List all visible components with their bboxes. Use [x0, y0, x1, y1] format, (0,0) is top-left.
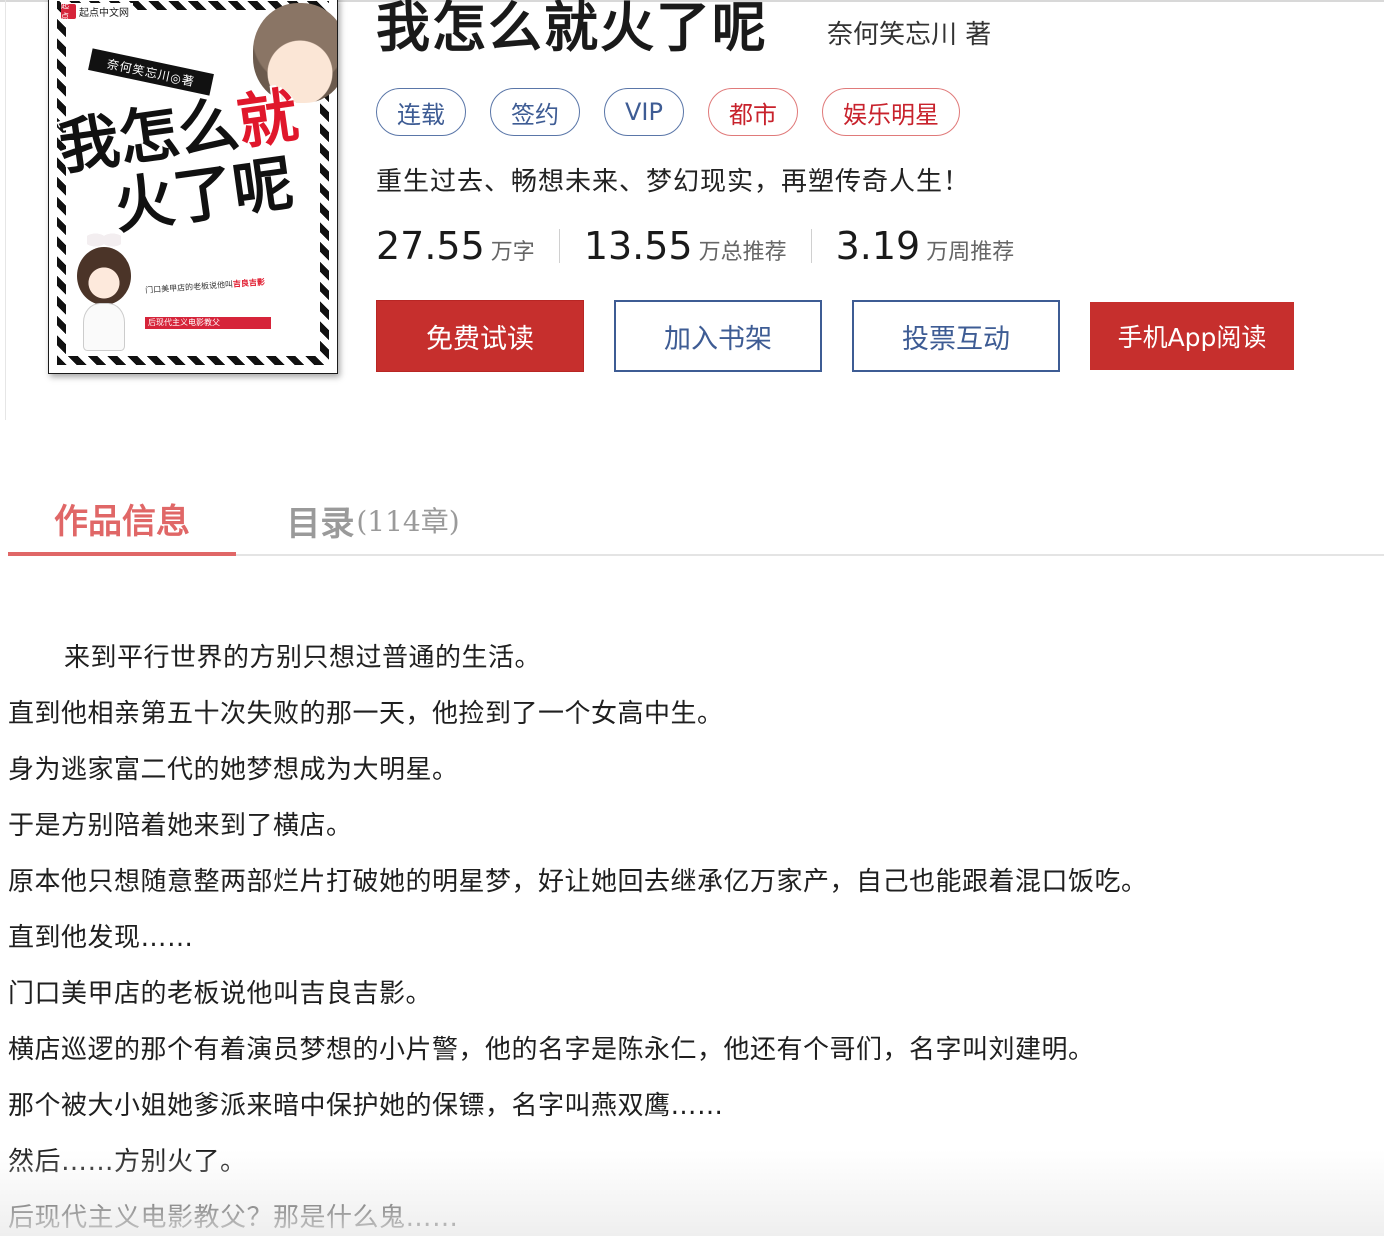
stat-total-recommend-unit: 万总推荐 [698, 240, 787, 265]
stat-total-recommend: 13.55 万总推荐 [584, 224, 787, 268]
book-cover[interactable]: 起点 起点中文网 奈何笑忘川◎著 我怎么就 火了呢 门口美甲店的老板说他叫吉良吉… [48, 0, 338, 374]
stat-weekly-recommend-unit: 万周推荐 [926, 240, 1015, 265]
tag-status[interactable]: 连载 [376, 88, 466, 136]
tag-vip[interactable]: VIP [604, 88, 684, 136]
tag-list: 连载 签约 VIP 都市 娱乐明星 [376, 88, 960, 136]
add-to-shelf-button[interactable]: 加入书架 [614, 300, 822, 372]
tab-book-info-label: 作品信息 [54, 501, 190, 542]
synopsis-line: 横店巡逻的那个有着演员梦想的小片警，他的名字是陈永仁，他还有个哥们，名字叫刘建明… [8, 1035, 1095, 1065]
cover-girl-illustration [73, 225, 135, 355]
cover-publisher: 起点 起点中文网 [61, 1, 133, 21]
content-tabs: 作品信息 目录 (114章) [8, 470, 1384, 556]
stat-divider [558, 229, 560, 263]
synopsis-line: 直到他发现…… [8, 923, 194, 953]
cover-title-red: 就 [233, 80, 303, 159]
book-stats: 27.55 万字 13.55 万总推荐 3.19 万周推荐 [376, 224, 1014, 268]
read-free-button[interactable]: 免费试读 [376, 300, 584, 372]
publisher-logo-icon: 起点 [61, 1, 76, 21]
publisher-name: 起点中文网 [79, 7, 129, 19]
book-author[interactable]: 奈何笑忘川 著 [827, 18, 991, 52]
synopsis: 来到平行世界的方别只想过普通的生活。 直到他相亲第五十次失败的那一天，他捡到了一… [8, 630, 1368, 1236]
tab-catalog-count: (114章) [356, 505, 460, 538]
stat-total-recommend-value: 13.55 [583, 224, 693, 268]
app-read-button[interactable]: 手机App阅读 [1090, 302, 1294, 370]
cover-title-end: 呢 [228, 148, 298, 226]
stat-word-count: 27.55 万字 [376, 224, 535, 268]
tag-subcategory[interactable]: 娱乐明星 [821, 88, 960, 136]
girl-dress [83, 303, 125, 351]
synopsis-line: 门口美甲店的老板说他叫吉良吉影。 [8, 979, 433, 1009]
stat-divider [810, 229, 812, 263]
action-bar: 免费试读 加入书架 投票互动 手机App阅读 [376, 300, 1294, 372]
stat-word-count-value: 27.55 [376, 224, 485, 268]
cover-tagline: 后现代主义电影教父 [145, 317, 271, 329]
synopsis-line: 直到他相亲第五十次失败的那一天，他捡到了一个女高中生。 [8, 699, 724, 729]
synopsis-line: 然后……方别火了。 [8, 1147, 247, 1177]
synopsis-line: 来到平行世界的方别只想过普通的生活。 [64, 643, 542, 673]
tag-signed[interactable]: 签约 [490, 88, 580, 136]
tab-catalog-label: 目录 [286, 503, 355, 544]
cover-blurb-highlight: 吉良吉影 [232, 277, 266, 289]
synopsis-line: 那个被大小姐她爹派来暗中保护她的保镖，名字叫燕双鹰…… [8, 1091, 724, 1121]
synopsis-line: 于是方别陪着她来到了横店。 [8, 811, 353, 841]
synopsis-line: 后现代主义电影教父？那是什么鬼…… [8, 1203, 459, 1233]
tab-catalog[interactable]: 目录 (114章) [278, 484, 468, 556]
left-divider [0, 0, 6, 420]
vote-button[interactable]: 投票互动 [852, 300, 1060, 372]
synopsis-line: 原本他只想随意整两部烂片打破她的明星梦，好让她回去继承亿万家产，自己也能跟着混口… [8, 867, 1148, 897]
girl-head [77, 247, 131, 305]
stat-weekly-recommend-value: 3.19 [835, 224, 921, 268]
tab-book-info[interactable]: 作品信息 [8, 484, 236, 556]
book-intro: 重生过去、畅想未来、梦幻现实，再塑传奇人生！ [376, 167, 971, 197]
tag-category[interactable]: 都市 [707, 88, 798, 136]
synopsis-line: 身为逃家富二代的她梦想成为大明星。 [8, 755, 459, 785]
stat-weekly-recommend: 3.19 万周推荐 [836, 224, 1015, 268]
stat-word-count-unit: 万字 [490, 240, 535, 265]
book-title: 我怎么就火了呢 [376, 0, 768, 59]
